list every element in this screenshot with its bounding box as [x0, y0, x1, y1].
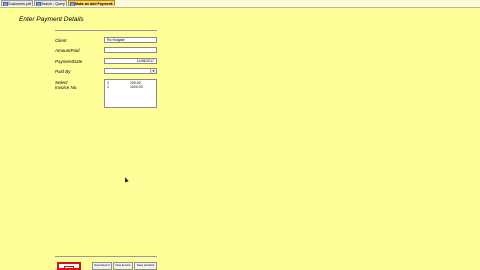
client-field[interactable]: Ro Holgate	[104, 37, 157, 43]
list-item[interactable]: 1 1020.00	[107, 85, 155, 89]
invoice-amount: 1020.00	[130, 85, 143, 89]
invoice-listbox[interactable]: 2 200.00 1 1020.00	[104, 79, 157, 108]
form-icon	[70, 2, 75, 6]
tab-search-query[interactable]: Search - Query	[34, 0, 67, 6]
amount-paid-field[interactable]	[104, 47, 157, 53]
document-icon	[3, 2, 8, 6]
document-tab-bar: Customers.pdf Search - Query Make an Add…	[0, 0, 480, 8]
save-and-exit-label: Save and Exit	[136, 263, 155, 267]
divider	[55, 30, 157, 31]
paid-by-select[interactable]: ▼	[104, 68, 157, 74]
new-invoice-label: New Invoice	[115, 263, 131, 267]
client-label: Client	[55, 38, 67, 43]
save-icon	[64, 266, 74, 268]
paid-by-label: Paid By	[55, 69, 71, 74]
invoice-no: 1	[107, 85, 109, 89]
close-icon[interactable]: ×	[111, 1, 113, 6]
new-record-label: New Record	[94, 263, 110, 267]
new-invoice-button[interactable]: New Invoice	[113, 262, 133, 270]
save-and-exit-button[interactable]: Save and Exit	[134, 262, 157, 270]
payment-date-label: PaymentDate	[55, 59, 83, 64]
query-icon	[36, 2, 41, 6]
amount-paid-label: AmountPaid	[55, 48, 80, 53]
payment-date-field[interactable]: 11/08/2017	[104, 58, 157, 64]
tab-label: Search - Query	[41, 2, 65, 6]
bottom-divider	[55, 256, 157, 257]
mouse-pointer-icon	[123, 176, 129, 183]
chevron-down-icon[interactable]: ▼	[150, 69, 156, 73]
tab-label: Customers.pdf	[8, 2, 31, 6]
new-record-button[interactable]: New Record	[92, 262, 112, 270]
save-button[interactable]	[57, 262, 81, 270]
select-invoice-label: Select Invoice No.	[55, 80, 78, 90]
tab-make-payment[interactable]: Make an Add Payment ×	[68, 0, 115, 6]
tab-label: Make an Add Payment	[75, 2, 113, 6]
tab-customers[interactable]: Customers.pdf	[1, 0, 33, 6]
form-title: Enter Payment Details	[19, 16, 84, 23]
